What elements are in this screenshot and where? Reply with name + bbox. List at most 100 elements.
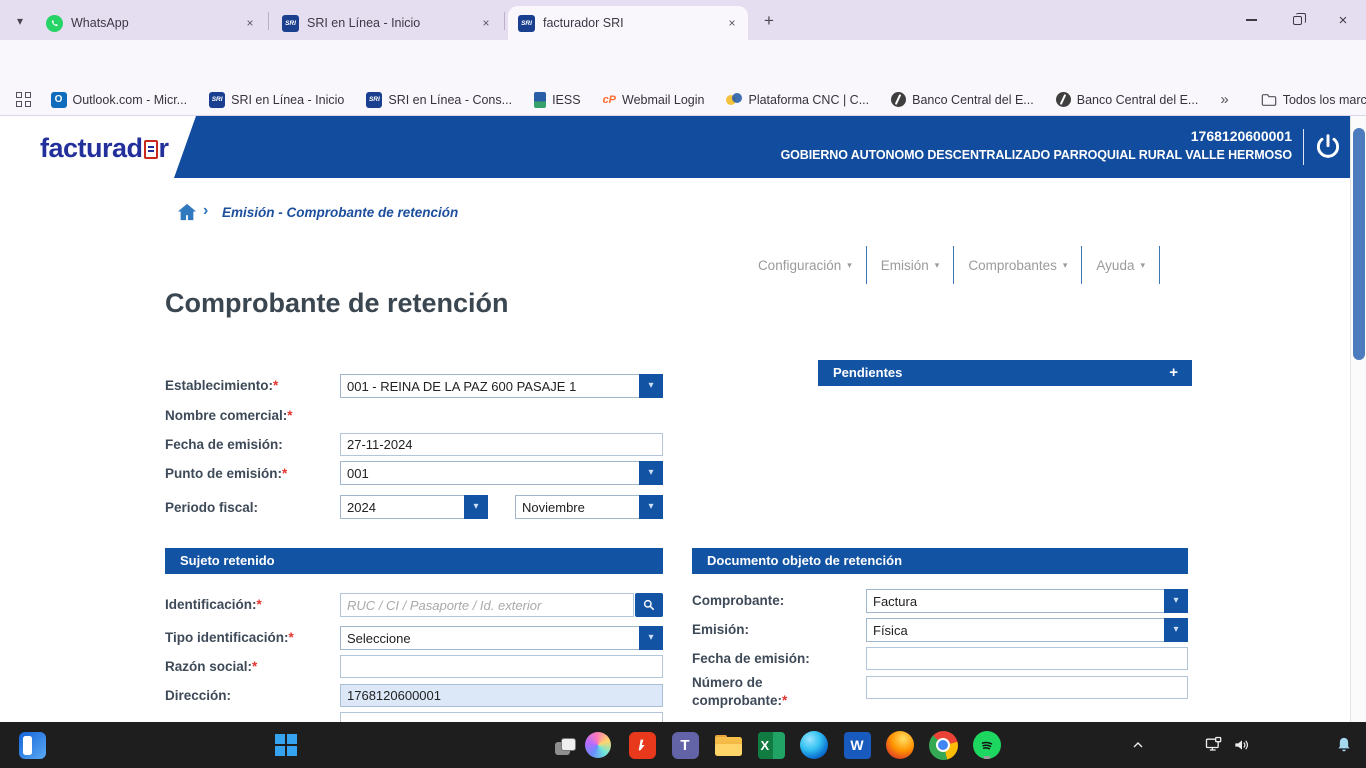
bookmark-sri-consultas[interactable]: SRI SRI en Línea - Cons... — [366, 92, 512, 108]
taskbar: Buscar T X W — [0, 722, 1366, 768]
excel-button[interactable]: X — [755, 729, 787, 761]
punto-emision-select[interactable]: 001 ▾ — [340, 461, 663, 485]
firefox-button[interactable] — [884, 729, 916, 761]
direccion-input[interactable] — [340, 684, 663, 707]
bookmark-banco-central-1[interactable]: Banco Central del E... — [891, 92, 1034, 107]
edge-button[interactable] — [798, 729, 830, 761]
emision-select[interactable]: Física ▾ — [866, 618, 1188, 642]
search-icon — [642, 598, 656, 612]
identificacion-search-button[interactable] — [635, 593, 663, 617]
sri-favicon: SRI — [282, 15, 299, 32]
browser-tabstrip: ▾ WhatsApp × SRI SRI en Línea - Inicio ×… — [0, 0, 1366, 40]
task-view-button[interactable] — [549, 729, 581, 761]
page-scrollbar[interactable] — [1350, 116, 1366, 722]
bookmark-outlook[interactable]: O Outlook.com - Micr... — [51, 92, 188, 108]
facturador-logo[interactable]: facturadr — [40, 133, 169, 164]
main-menu: Configuración▾ Emisión▾ Comprobantes▾ Ay… — [744, 246, 1160, 284]
chevron-down-icon: ▾ — [1140, 260, 1145, 271]
menu-configuracion[interactable]: Configuración▾ — [744, 246, 866, 284]
menu-emision[interactable]: Emisión▾ — [867, 246, 954, 284]
sri-favicon: SRI — [366, 92, 382, 108]
identificacion-input[interactable] — [340, 593, 634, 617]
label-nombre-comercial: Nombre comercial:* — [165, 408, 293, 423]
bookmark-banco-central-2[interactable]: Banco Central del E... — [1056, 92, 1199, 107]
window-close-button[interactable]: × — [1320, 0, 1366, 40]
chrome-button[interactable] — [927, 729, 959, 761]
dropdown-button[interactable]: ▾ — [639, 461, 663, 485]
copilot-button[interactable] — [582, 729, 614, 761]
tab-close-icon[interactable]: × — [478, 15, 494, 31]
tab-whatsapp[interactable]: WhatsApp × — [36, 6, 266, 40]
chevron-down-icon: ▾ — [935, 260, 940, 271]
tab-facturador-sri-active[interactable]: SRI facturador SRI × — [508, 6, 748, 40]
volume-button[interactable] — [1226, 729, 1258, 761]
label-identificacion: Identificación:* — [165, 597, 262, 612]
dropdown-button[interactable]: ▾ — [639, 626, 663, 650]
minimize-icon — [1246, 19, 1257, 20]
pendientes-panel-header[interactable]: Pendientes + — [818, 360, 1192, 386]
fecha-emision-input[interactable] — [340, 433, 663, 456]
tab-separator — [504, 12, 505, 30]
file-explorer-button[interactable] — [712, 729, 744, 761]
bookmark-iess[interactable]: IESS — [534, 92, 581, 108]
cnc-favicon — [726, 92, 742, 108]
new-tab-button[interactable]: + — [758, 11, 780, 33]
dropdown-button[interactable]: ▾ — [1164, 618, 1188, 642]
header-company-name: GOBIERNO AUTONOMO DESCENTRALIZADO PARROQ… — [781, 148, 1292, 162]
pdf-app-button[interactable] — [626, 729, 658, 761]
window-restore-button[interactable] — [1274, 0, 1320, 40]
dropdown-button[interactable]: ▾ — [464, 495, 488, 519]
copilot-icon — [585, 732, 611, 758]
tab-separator — [268, 12, 269, 30]
razon-social-input[interactable] — [340, 655, 663, 678]
word-button[interactable]: W — [841, 729, 873, 761]
tab-close-icon[interactable]: × — [724, 15, 740, 31]
periodo-fiscal-month-select[interactable]: Noviembre ▾ — [515, 495, 663, 519]
window-minimize-button[interactable] — [1228, 0, 1274, 40]
bookmarks-overflow-icon[interactable]: » — [1220, 91, 1228, 108]
teams-icon: T — [672, 732, 699, 759]
menu-comprobantes[interactable]: Comprobantes▾ — [954, 246, 1081, 284]
teams-button[interactable]: T — [669, 729, 701, 761]
all-bookmarks-button[interactable]: Todos los marcadores — [1261, 93, 1366, 107]
apps-grid-icon[interactable] — [16, 92, 31, 107]
fecha-emision-doc-input[interactable] — [866, 647, 1188, 670]
menu-ayuda[interactable]: Ayuda▾ — [1082, 246, 1159, 284]
label-establecimiento: Establecimiento:* — [165, 378, 278, 393]
comprobante-select[interactable]: Factura ▾ — [866, 589, 1188, 613]
start-button[interactable] — [270, 729, 302, 761]
notifications-button[interactable] — [1328, 729, 1360, 761]
sujeto-retenido-header: Sujeto retenido — [165, 548, 663, 574]
bookmark-sri-inicio[interactable]: SRI SRI en Línea - Inicio — [209, 92, 344, 108]
sri-favicon: SRI — [209, 92, 225, 108]
establecimiento-select[interactable]: 001 - REINA DE LA PAZ 600 PASAJE 1 ▾ — [340, 374, 663, 398]
tab-close-icon[interactable]: × — [242, 15, 258, 31]
scrollbar-thumb[interactable] — [1353, 128, 1365, 360]
widgets-button[interactable] — [16, 729, 48, 761]
dropdown-button[interactable]: ▾ — [1164, 589, 1188, 613]
tipo-identificacion-select[interactable]: Seleccione ▾ — [340, 626, 663, 650]
expand-plus-icon[interactable]: + — [1169, 360, 1178, 386]
numero-comprobante-input[interactable] — [866, 676, 1188, 699]
banco-favicon — [891, 92, 906, 107]
tab-search-button[interactable]: ▾ — [8, 10, 32, 32]
label-emision-doc: Emisión: — [692, 622, 749, 637]
bookmark-webmail[interactable]: cP Webmail Login — [603, 93, 705, 107]
dropdown-button[interactable]: ▾ — [639, 495, 663, 519]
spotify-button[interactable] — [971, 729, 1003, 761]
bookmark-cnc[interactable]: Plataforma CNC | C... — [726, 92, 869, 108]
label-numero-comprobante-2: comprobante:* — [692, 693, 787, 708]
clipped-bottom-input[interactable] — [340, 712, 663, 722]
sri-favicon: SRI — [518, 15, 535, 32]
logo-document-icon — [144, 140, 158, 159]
restore-icon — [1293, 16, 1302, 25]
tray-overflow-button[interactable] — [1122, 729, 1154, 761]
chevron-down-icon: ▾ — [473, 501, 478, 512]
periodo-fiscal-year-select[interactable]: 2024 ▾ — [340, 495, 488, 519]
breadcrumb-home-icon[interactable] — [176, 202, 198, 222]
label-tipo-identificacion: Tipo identificación:* — [165, 630, 294, 645]
tab-sri-inicio[interactable]: SRI SRI en Línea - Inicio × — [272, 6, 502, 40]
logout-power-button[interactable] — [1312, 131, 1344, 163]
widgets-icon — [19, 732, 46, 759]
dropdown-button[interactable]: ▾ — [639, 374, 663, 398]
